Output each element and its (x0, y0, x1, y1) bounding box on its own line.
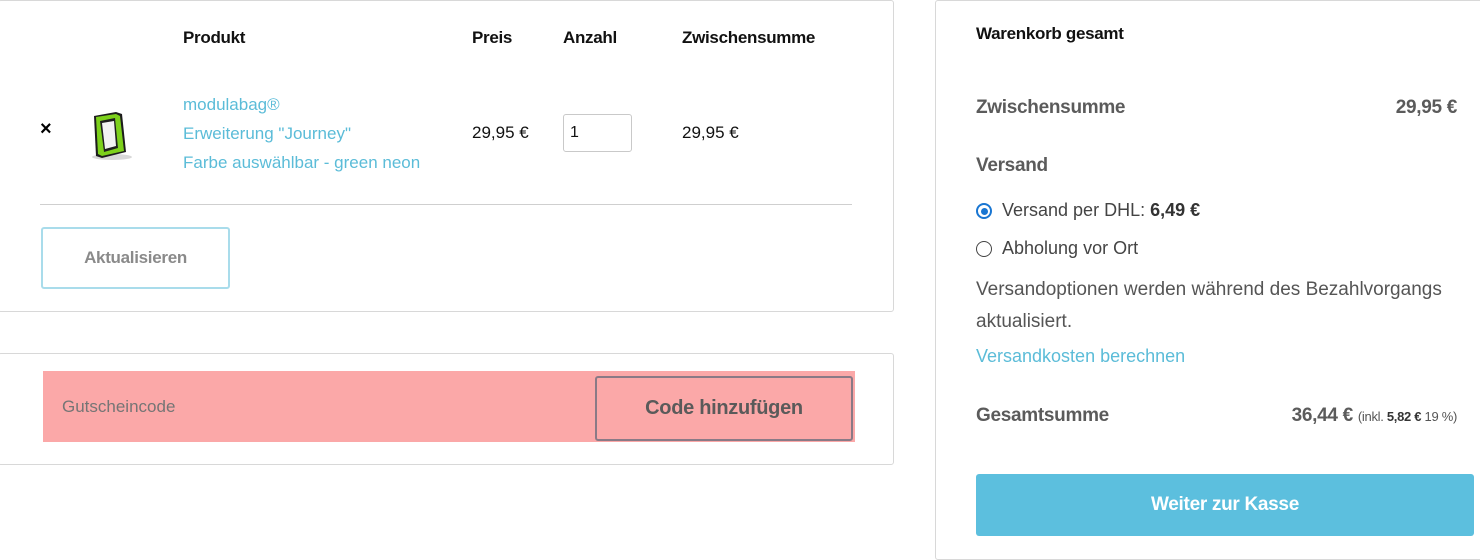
item-subtotal: 29,95 € (682, 123, 739, 142)
product-name-line1[interactable]: modulabag® (183, 90, 420, 119)
bag-frame-icon[interactable] (86, 110, 136, 162)
item-price: 29,95 € (472, 123, 529, 142)
shipping-option-dhl-price: 6,49 € (1150, 200, 1201, 220)
shipping-option-pickup[interactable]: Abholung vor Ort (976, 238, 1138, 259)
coupon-code-input[interactable] (43, 371, 553, 442)
subtotal-value: 29,95 € (1395, 97, 1458, 118)
header-quantity: Anzahl (563, 28, 617, 47)
radio-unselected-icon[interactable] (976, 240, 992, 257)
header-product: Produkt (183, 28, 246, 47)
row-divider (40, 204, 852, 205)
checkout-button[interactable]: Weiter zur Kasse (976, 474, 1474, 536)
radio-selected-icon[interactable] (976, 202, 992, 219)
header-subtotal: Zwischensumme (682, 28, 816, 47)
tax-value: 5,82 € (1386, 409, 1422, 424)
shipping-option-dhl-label: Versand per DHL: (1002, 200, 1151, 220)
remove-item-icon[interactable]: × (40, 118, 52, 141)
header-price: Preis (472, 28, 513, 47)
shipping-note: Versandoptionen werden während des Bezah… (976, 279, 1442, 332)
shipping-label: Versand (976, 155, 1048, 176)
total-value: 36,44 € (1291, 405, 1354, 426)
update-cart-button[interactable]: Aktualisieren (41, 227, 230, 289)
product-variant[interactable]: Farbe auswählbar - green neon (183, 148, 420, 177)
calculate-shipping-link[interactable]: Versandkosten berechnen (976, 346, 1185, 367)
total-value-group: 36,44 € (inkl. 5,82 € 19 %) (1291, 405, 1458, 427)
tax-prefix: (inkl. (1357, 409, 1387, 424)
shipping-option-pickup-label: Abholung vor Ort (1002, 238, 1139, 258)
total-label: Gesamtsumme (976, 405, 1109, 426)
product-name-line2[interactable]: Erweiterung "Journey" (183, 119, 420, 148)
cart-totals-title: Warenkorb gesamt (976, 24, 1124, 43)
tax-suffix: 19 %) (1421, 409, 1458, 424)
quantity-input[interactable] (563, 114, 632, 152)
subtotal-label: Zwischensumme (976, 97, 1126, 118)
apply-coupon-button[interactable]: Code hinzufügen (595, 376, 853, 441)
product-name-link[interactable]: modulabag® Erweiterung "Journey" Farbe a… (183, 90, 420, 177)
shipping-option-dhl[interactable]: Versand per DHL: 6,49 € (976, 200, 1200, 221)
